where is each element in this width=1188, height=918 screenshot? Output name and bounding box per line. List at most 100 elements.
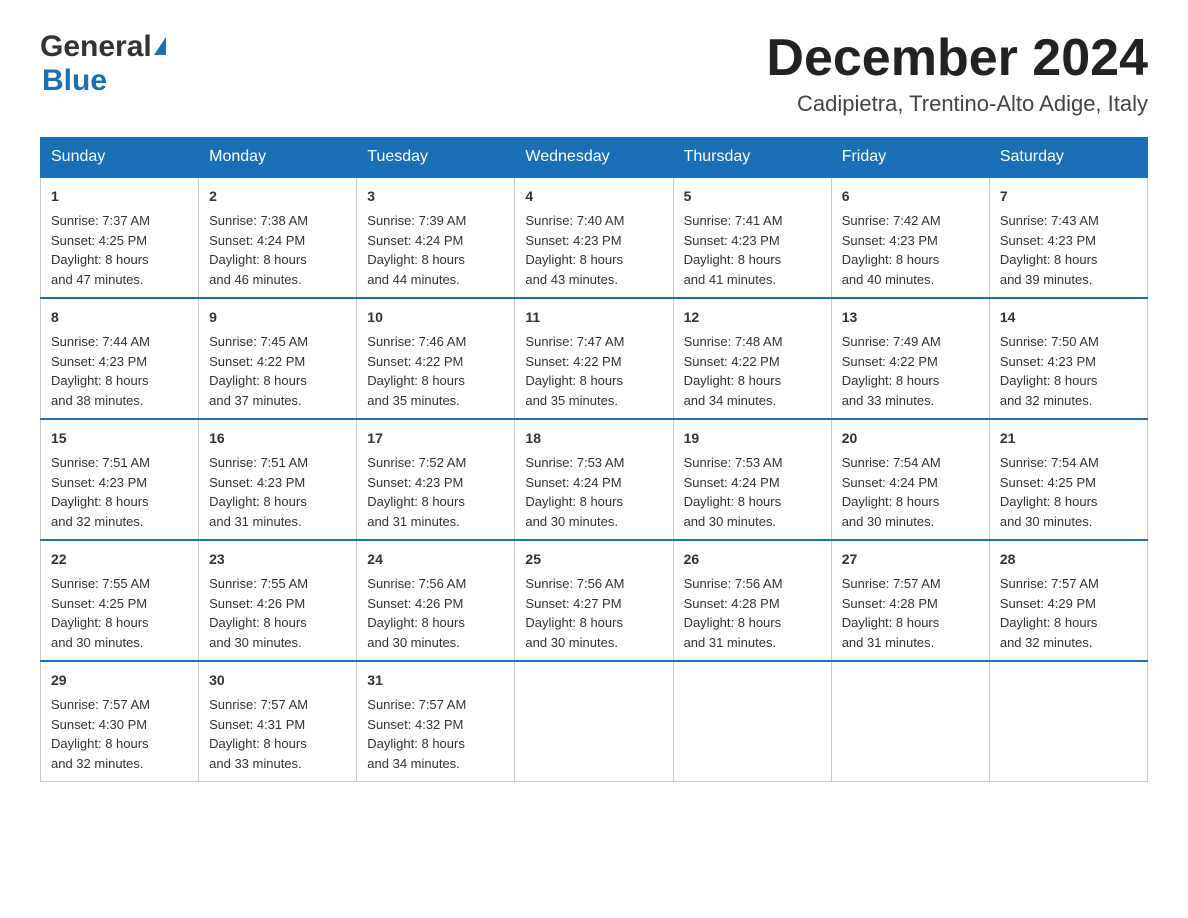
col-sunday: Sunday <box>41 138 199 178</box>
table-row: 11 Sunrise: 7:47 AMSunset: 4:22 PMDaylig… <box>515 298 673 419</box>
day-number: 29 <box>51 670 188 691</box>
day-info: Sunrise: 7:57 AMSunset: 4:31 PMDaylight:… <box>209 697 308 771</box>
col-monday: Monday <box>199 138 357 178</box>
table-row: 27 Sunrise: 7:57 AMSunset: 4:28 PMDaylig… <box>831 540 989 661</box>
table-row: 7 Sunrise: 7:43 AMSunset: 4:23 PMDayligh… <box>989 177 1147 298</box>
day-number: 26 <box>684 549 821 570</box>
day-info: Sunrise: 7:50 AMSunset: 4:23 PMDaylight:… <box>1000 334 1099 408</box>
table-row: 15 Sunrise: 7:51 AMSunset: 4:23 PMDaylig… <box>41 419 199 540</box>
table-row: 19 Sunrise: 7:53 AMSunset: 4:24 PMDaylig… <box>673 419 831 540</box>
day-info: Sunrise: 7:51 AMSunset: 4:23 PMDaylight:… <box>51 455 150 529</box>
day-info: Sunrise: 7:44 AMSunset: 4:23 PMDaylight:… <box>51 334 150 408</box>
table-row: 25 Sunrise: 7:56 AMSunset: 4:27 PMDaylig… <box>515 540 673 661</box>
table-row: 21 Sunrise: 7:54 AMSunset: 4:25 PMDaylig… <box>989 419 1147 540</box>
day-number: 16 <box>209 428 346 449</box>
day-number: 25 <box>525 549 662 570</box>
day-number: 13 <box>842 307 979 328</box>
day-number: 5 <box>684 186 821 207</box>
day-number: 12 <box>684 307 821 328</box>
day-info: Sunrise: 7:57 AMSunset: 4:28 PMDaylight:… <box>842 576 941 650</box>
calendar-week-row: 8 Sunrise: 7:44 AMSunset: 4:23 PMDayligh… <box>41 298 1148 419</box>
table-row: 26 Sunrise: 7:56 AMSunset: 4:28 PMDaylig… <box>673 540 831 661</box>
day-number: 28 <box>1000 549 1137 570</box>
day-number: 23 <box>209 549 346 570</box>
day-info: Sunrise: 7:40 AMSunset: 4:23 PMDaylight:… <box>525 213 624 287</box>
table-row: 17 Sunrise: 7:52 AMSunset: 4:23 PMDaylig… <box>357 419 515 540</box>
title-section: December 2024 Cadipietra, Trentino-Alto … <box>766 30 1148 117</box>
table-row: 16 Sunrise: 7:51 AMSunset: 4:23 PMDaylig… <box>199 419 357 540</box>
table-row: 12 Sunrise: 7:48 AMSunset: 4:22 PMDaylig… <box>673 298 831 419</box>
day-info: Sunrise: 7:54 AMSunset: 4:24 PMDaylight:… <box>842 455 941 529</box>
page-header: General Blue December 2024 Cadipietra, T… <box>40 30 1148 117</box>
day-info: Sunrise: 7:43 AMSunset: 4:23 PMDaylight:… <box>1000 213 1099 287</box>
table-row: 6 Sunrise: 7:42 AMSunset: 4:23 PMDayligh… <box>831 177 989 298</box>
day-info: Sunrise: 7:57 AMSunset: 4:30 PMDaylight:… <box>51 697 150 771</box>
month-title: December 2024 <box>766 30 1148 87</box>
day-info: Sunrise: 7:57 AMSunset: 4:29 PMDaylight:… <box>1000 576 1099 650</box>
table-row: 28 Sunrise: 7:57 AMSunset: 4:29 PMDaylig… <box>989 540 1147 661</box>
day-info: Sunrise: 7:42 AMSunset: 4:23 PMDaylight:… <box>842 213 941 287</box>
day-number: 3 <box>367 186 504 207</box>
table-row: 14 Sunrise: 7:50 AMSunset: 4:23 PMDaylig… <box>989 298 1147 419</box>
table-row <box>673 661 831 782</box>
table-row: 3 Sunrise: 7:39 AMSunset: 4:24 PMDayligh… <box>357 177 515 298</box>
day-info: Sunrise: 7:49 AMSunset: 4:22 PMDaylight:… <box>842 334 941 408</box>
table-row: 9 Sunrise: 7:45 AMSunset: 4:22 PMDayligh… <box>199 298 357 419</box>
table-row: 31 Sunrise: 7:57 AMSunset: 4:32 PMDaylig… <box>357 661 515 782</box>
day-number: 9 <box>209 307 346 328</box>
table-row: 30 Sunrise: 7:57 AMSunset: 4:31 PMDaylig… <box>199 661 357 782</box>
day-number: 30 <box>209 670 346 691</box>
calendar-table: Sunday Monday Tuesday Wednesday Thursday… <box>40 137 1148 782</box>
day-number: 11 <box>525 307 662 328</box>
calendar-header-row: Sunday Monday Tuesday Wednesday Thursday… <box>41 138 1148 178</box>
day-number: 6 <box>842 186 979 207</box>
calendar-week-row: 15 Sunrise: 7:51 AMSunset: 4:23 PMDaylig… <box>41 419 1148 540</box>
day-number: 24 <box>367 549 504 570</box>
table-row: 4 Sunrise: 7:40 AMSunset: 4:23 PMDayligh… <box>515 177 673 298</box>
table-row <box>989 661 1147 782</box>
col-wednesday: Wednesday <box>515 138 673 178</box>
table-row: 22 Sunrise: 7:55 AMSunset: 4:25 PMDaylig… <box>41 540 199 661</box>
day-number: 31 <box>367 670 504 691</box>
table-row: 23 Sunrise: 7:55 AMSunset: 4:26 PMDaylig… <box>199 540 357 661</box>
location-subtitle: Cadipietra, Trentino-Alto Adige, Italy <box>766 91 1148 117</box>
table-row: 20 Sunrise: 7:54 AMSunset: 4:24 PMDaylig… <box>831 419 989 540</box>
day-number: 4 <box>525 186 662 207</box>
logo-general-text: General <box>40 30 152 64</box>
day-number: 22 <box>51 549 188 570</box>
day-number: 21 <box>1000 428 1137 449</box>
day-info: Sunrise: 7:52 AMSunset: 4:23 PMDaylight:… <box>367 455 466 529</box>
table-row: 8 Sunrise: 7:44 AMSunset: 4:23 PMDayligh… <box>41 298 199 419</box>
day-number: 10 <box>367 307 504 328</box>
day-info: Sunrise: 7:47 AMSunset: 4:22 PMDaylight:… <box>525 334 624 408</box>
calendar-week-row: 29 Sunrise: 7:57 AMSunset: 4:30 PMDaylig… <box>41 661 1148 782</box>
day-info: Sunrise: 7:55 AMSunset: 4:26 PMDaylight:… <box>209 576 308 650</box>
table-row: 13 Sunrise: 7:49 AMSunset: 4:22 PMDaylig… <box>831 298 989 419</box>
calendar-week-row: 1 Sunrise: 7:37 AMSunset: 4:25 PMDayligh… <box>41 177 1148 298</box>
table-row: 10 Sunrise: 7:46 AMSunset: 4:22 PMDaylig… <box>357 298 515 419</box>
day-info: Sunrise: 7:56 AMSunset: 4:28 PMDaylight:… <box>684 576 783 650</box>
col-saturday: Saturday <box>989 138 1147 178</box>
table-row: 24 Sunrise: 7:56 AMSunset: 4:26 PMDaylig… <box>357 540 515 661</box>
day-info: Sunrise: 7:57 AMSunset: 4:32 PMDaylight:… <box>367 697 466 771</box>
table-row <box>831 661 989 782</box>
day-number: 7 <box>1000 186 1137 207</box>
day-number: 18 <box>525 428 662 449</box>
day-number: 14 <box>1000 307 1137 328</box>
day-info: Sunrise: 7:53 AMSunset: 4:24 PMDaylight:… <box>525 455 624 529</box>
day-info: Sunrise: 7:51 AMSunset: 4:23 PMDaylight:… <box>209 455 308 529</box>
day-number: 27 <box>842 549 979 570</box>
day-number: 19 <box>684 428 821 449</box>
day-number: 20 <box>842 428 979 449</box>
table-row: 29 Sunrise: 7:57 AMSunset: 4:30 PMDaylig… <box>41 661 199 782</box>
day-number: 8 <box>51 307 188 328</box>
col-thursday: Thursday <box>673 138 831 178</box>
day-number: 17 <box>367 428 504 449</box>
day-number: 15 <box>51 428 188 449</box>
day-info: Sunrise: 7:56 AMSunset: 4:27 PMDaylight:… <box>525 576 624 650</box>
table-row: 18 Sunrise: 7:53 AMSunset: 4:24 PMDaylig… <box>515 419 673 540</box>
day-number: 1 <box>51 186 188 207</box>
col-friday: Friday <box>831 138 989 178</box>
day-info: Sunrise: 7:39 AMSunset: 4:24 PMDaylight:… <box>367 213 466 287</box>
table-row: 1 Sunrise: 7:37 AMSunset: 4:25 PMDayligh… <box>41 177 199 298</box>
